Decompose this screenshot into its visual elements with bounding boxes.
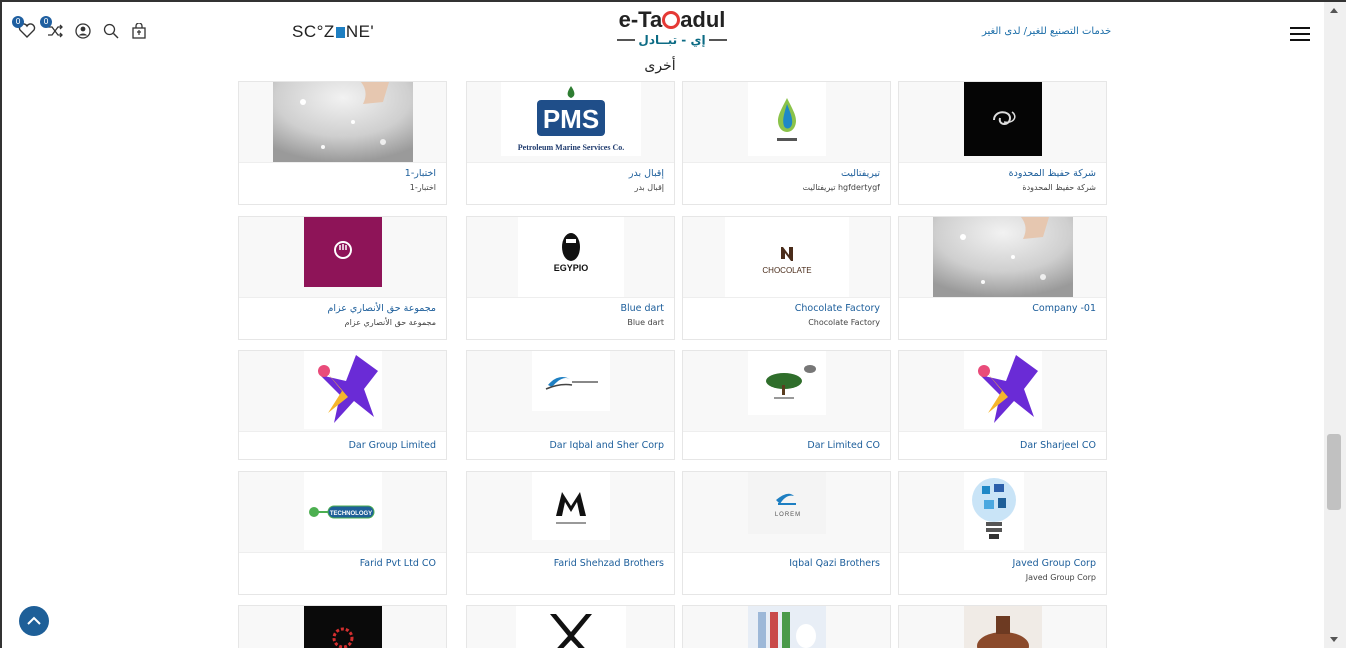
svg-text:PMS: PMS [542,104,598,134]
company-card[interactable]: مجموعة حق الأنصاري عزام مجموعة حق الأنصار… [238,216,447,340]
company-logo-image[interactable]: CHOCOLATE [724,217,849,297]
store-bag-icon[interactable] [128,20,150,42]
chevron-up-icon [27,616,41,625]
etabadul-logo[interactable]: e-Ta adul إي - تبــادل [612,8,732,48]
svg-text:CHOCOLATE: CHOCOLATE [762,266,811,275]
scroll-up-arrow-icon[interactable] [1330,8,1338,13]
company-logo-image[interactable] [963,472,1042,552]
page-scrollbar[interactable] [1324,2,1346,648]
logo-sub-text: إي - تبــادل [638,33,706,47]
company-logo-image[interactable]: TECHNOLOGY [303,472,382,552]
company-logo-image[interactable] [303,351,382,431]
company-logo-image[interactable]: EGYPIO [517,217,624,297]
company-name-link[interactable]: اختبار-1 [249,167,436,181]
company-logo-image[interactable] [932,217,1073,297]
company-card[interactable] [898,605,1107,648]
company-logo-image[interactable] [747,82,826,162]
company-name-link[interactable]: Chocolate Factory [693,302,880,316]
sczone-brand-text: SC°Z [292,22,335,41]
wishlist-count-badge: 0 [12,16,24,28]
header-icons: 0 0 [12,16,150,42]
company-name-link[interactable]: Farid Pvt Ltd CO [249,557,436,571]
company-name-link[interactable]: مجموعة حق الأنصاري عزام [249,302,436,316]
company-card[interactable]: PMS Petroleum Marine Services Co. إقبال بد… [466,81,675,205]
company-name-link[interactable]: Dar Limited CO [693,439,880,453]
compare-count-badge: 0 [40,16,52,28]
user-account-icon[interactable] [72,20,94,42]
company-name-link[interactable]: Company -01 [909,302,1096,316]
menu-hamburger-icon[interactable] [1290,27,1310,41]
company-subtitle: مجموعة حق الأنصاري عزام [344,318,436,327]
logo-sub: إي - تبــادل [612,32,732,48]
company-card[interactable]: CHOCOLATE Chocolate Factory Chocolate Fact… [682,216,891,340]
compare-shuffle-icon[interactable]: 0 [40,16,66,42]
company-card[interactable]: LOREM Iqbal Qazi Brothers [682,471,891,595]
logo-main-left: e-Ta [618,7,663,32]
company-card[interactable]: Dar Sharjeel CO [898,350,1107,460]
logo-ring-mark [662,11,681,29]
company-card[interactable]: Dar Iqbal and Sher Corp [466,350,675,460]
company-logo-image[interactable] [515,606,626,648]
company-logo-image[interactable]: LOREM [747,472,826,552]
svg-text:EGYPIO: EGYPIO [553,263,588,273]
company-name-link[interactable]: Farid Shehzad Brothers [477,557,664,571]
manufacturing-services-link[interactable]: خدمات التصنيع للغير/ لدى الغير [982,26,1111,37]
scroll-to-top-button[interactable] [19,606,49,636]
company-name-link[interactable]: Dar Group Limited [249,439,436,453]
company-subtitle: Chocolate Factory [808,318,880,327]
company-logo-image[interactable] [303,217,382,297]
company-card[interactable]: Javed Group Corp Javed Group Corp [898,471,1107,595]
company-name-link[interactable]: Javed Group Corp [909,557,1096,571]
company-card[interactable]: Dar Group Limited [238,350,447,460]
logo-main: e-Ta adul [612,8,732,32]
section-title: أخرى [644,58,676,74]
company-logo-image[interactable] [747,351,826,431]
company-name-link[interactable]: Iqbal Qazi Brothers [693,557,880,571]
company-card[interactable]: Farid Shehzad Brothers [466,471,675,595]
company-subtitle: Blue dart [627,318,664,327]
company-card[interactable]: Company -01 [898,216,1107,340]
company-logo-image[interactable] [531,351,610,431]
company-name-link[interactable]: Blue dart [477,302,664,316]
company-card[interactable]: تيريفتاليت hgfdertygf تيريفتاليت [682,81,891,205]
company-logo-image[interactable]: PMS Petroleum Marine Services Co. [500,82,641,162]
company-name-link[interactable]: شركة حفيظ المحدودة [909,167,1096,181]
sczone-brand-link[interactable]: SC°Z NE' [292,22,374,42]
company-logo-image[interactable] [272,82,413,162]
company-subtitle: شركة حفيظ المحدودة [1022,183,1096,192]
company-name-link[interactable]: إقبال بدر [477,167,664,181]
scroll-down-arrow-icon[interactable] [1330,637,1338,642]
company-logo-image[interactable] [963,606,1042,648]
site-header: 0 0 SC°Z NE' e-Ta adul إي - تبــادل خدمات … [2,2,1324,60]
company-name-link[interactable]: تيريفتاليت [693,167,880,181]
company-subtitle: إقبال بدر [634,183,664,192]
search-icon[interactable] [100,20,122,42]
logo-main-right: adul [680,7,726,32]
company-logo-image[interactable] [531,472,610,552]
company-name-link[interactable]: Dar Iqbal and Sher Corp [477,439,664,453]
sczone-brand-tail: NE' [345,22,375,41]
company-card[interactable]: شركة حفيظ المحدودة شركة حفيظ المحدودة [898,81,1107,205]
company-card[interactable] [238,605,447,648]
svg-text:LOREM: LOREM [774,512,800,518]
wishlist-icon[interactable]: 0 [12,16,38,42]
company-card[interactable]: اختبار-1 اختبار-1 [238,81,447,205]
sczone-square-mark [335,27,345,38]
company-card[interactable]: EGYPIO Blue dart Blue dart [466,216,675,340]
company-card[interactable] [682,605,891,648]
company-subtitle: اختبار-1 [409,183,436,192]
company-logo-image[interactable] [963,82,1042,162]
company-subtitle: hgfdertygf تيريفتاليت [802,183,880,192]
company-logo-image[interactable] [303,606,382,648]
company-subtitle: Javed Group Corp [1025,573,1096,582]
company-card[interactable] [466,605,675,648]
company-logo-image[interactable] [963,351,1042,431]
company-name-link[interactable]: Dar Sharjeel CO [909,439,1096,453]
company-card[interactable]: TECHNOLOGY Farid Pvt Ltd CO [238,471,447,595]
scroll-thumb[interactable] [1327,434,1341,510]
company-card[interactable]: Dar Limited CO [682,350,891,460]
svg-text:Petroleum Marine Services Co.: Petroleum Marine Services Co. [517,143,623,152]
svg-text:TECHNOLOGY: TECHNOLOGY [329,511,371,517]
company-logo-image[interactable] [747,606,826,648]
